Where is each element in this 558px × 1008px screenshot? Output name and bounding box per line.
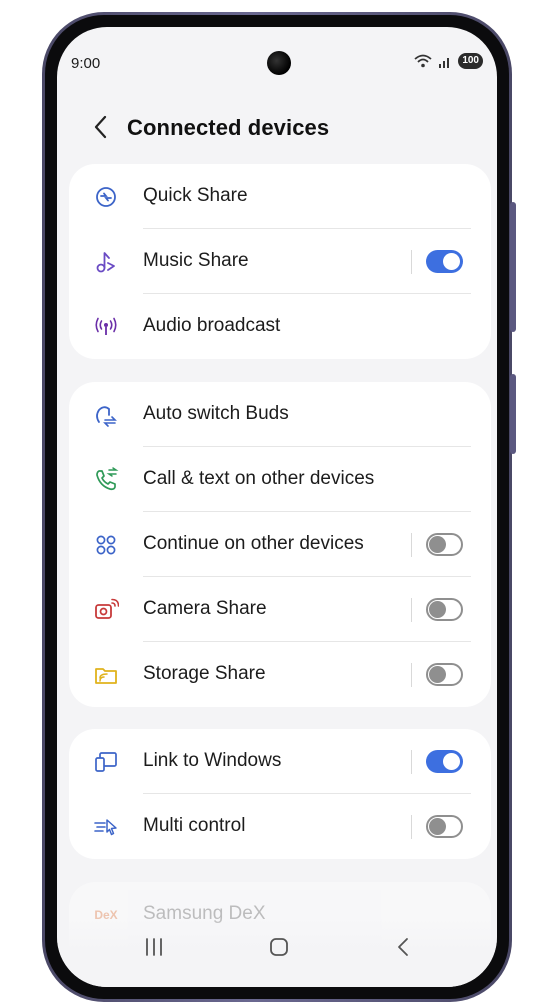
battery-indicator: 100 [458, 53, 483, 69]
storage-share-icon [93, 662, 119, 688]
broadcast-icon [93, 314, 119, 340]
list-item-label: Continue on other devices [143, 533, 364, 554]
vertical-separator [411, 815, 412, 839]
status-bar: 9:00 100 [57, 27, 497, 97]
list-item-label: Multi control [143, 815, 246, 836]
home-icon [270, 938, 288, 956]
front-camera [267, 51, 291, 75]
link-to-windows-icon [93, 749, 119, 775]
toggle-knob [429, 601, 446, 618]
chevron-left-icon [94, 115, 107, 139]
page-header: Connected devices [57, 109, 497, 149]
list-item-label: Link to Windows [143, 750, 282, 771]
list-item-call-text[interactable]: Call & text on other devices [69, 447, 491, 512]
toggle-knob [443, 253, 460, 270]
quick-share-icon [93, 184, 119, 210]
settings-card-windows: Link to Windows Multi control [69, 729, 491, 859]
page-title: Connected devices [127, 115, 330, 140]
recents-button[interactable] [134, 933, 174, 961]
list-item-label: Storage Share [143, 663, 266, 684]
back-button[interactable] [89, 113, 113, 141]
phone-frame: 9:00 100 Connected devices Quick Share M… [42, 12, 516, 1002]
list-item-label: Audio broadcast [143, 315, 281, 336]
recents-icon [146, 938, 162, 956]
toggle-knob [429, 666, 446, 683]
list-item-label: Call & text on other devices [143, 468, 375, 489]
list-item-label: Auto switch Buds [143, 403, 289, 424]
back-icon [398, 938, 408, 956]
list-item-label: Music Share [143, 250, 249, 271]
vertical-separator [411, 598, 412, 622]
list-item-link-to-windows[interactable]: Link to Windows [69, 729, 491, 794]
list-item-multi-control[interactable]: Multi control [69, 794, 491, 859]
wifi-icon [414, 54, 432, 68]
list-item-auto-switch-buds[interactable]: Auto switch Buds [69, 382, 491, 447]
continue-apps-toggle[interactable] [426, 533, 463, 556]
bezel: 9:00 100 Connected devices Quick Share M… [45, 15, 509, 999]
power-button [510, 374, 516, 454]
camera-share-icon [93, 597, 119, 623]
back-nav-button[interactable] [383, 933, 423, 961]
volume-button [510, 202, 516, 332]
music-share-toggle[interactable] [426, 250, 463, 273]
vertical-separator [411, 663, 412, 687]
phone-sync-icon [93, 467, 119, 493]
multi-control-toggle[interactable] [426, 815, 463, 838]
list-item-label: Quick Share [143, 185, 248, 206]
home-button[interactable] [259, 933, 299, 961]
screen: 9:00 100 Connected devices Quick Share M… [57, 27, 497, 987]
list-item-audio-broadcast[interactable]: Audio broadcast [69, 294, 491, 359]
settings-card-sharing: Quick Share Music Share Audio broadcast [69, 164, 491, 359]
toggle-knob [443, 753, 460, 770]
multi-control-icon [93, 814, 119, 840]
toggle-knob [429, 818, 446, 835]
list-item-continue-apps[interactable]: Continue on other devices [69, 512, 491, 577]
list-item-camera-share[interactable]: Camera Share [69, 577, 491, 642]
vertical-separator [411, 533, 412, 557]
status-icons: 100 [414, 53, 483, 69]
vertical-separator [411, 750, 412, 774]
toggle-knob [429, 536, 446, 553]
music-share-icon [93, 249, 119, 275]
settings-card-devices: Auto switch Buds Call & text on other de… [69, 382, 491, 707]
link-to-windows-toggle[interactable] [426, 750, 463, 773]
buds-switch-icon [93, 402, 119, 428]
list-item-label: Camera Share [143, 598, 267, 619]
signal-icon [439, 57, 450, 68]
list-item-storage-share[interactable]: Storage Share [69, 642, 491, 707]
continue-apps-icon [93, 532, 119, 558]
camera-share-toggle[interactable] [426, 598, 463, 621]
navigation-bar [57, 917, 497, 987]
list-item-music-share[interactable]: Music Share [69, 229, 491, 294]
storage-share-toggle[interactable] [426, 663, 463, 686]
status-time: 9:00 [71, 55, 101, 72]
list-item-quick-share[interactable]: Quick Share [69, 164, 491, 229]
vertical-separator [411, 250, 412, 274]
